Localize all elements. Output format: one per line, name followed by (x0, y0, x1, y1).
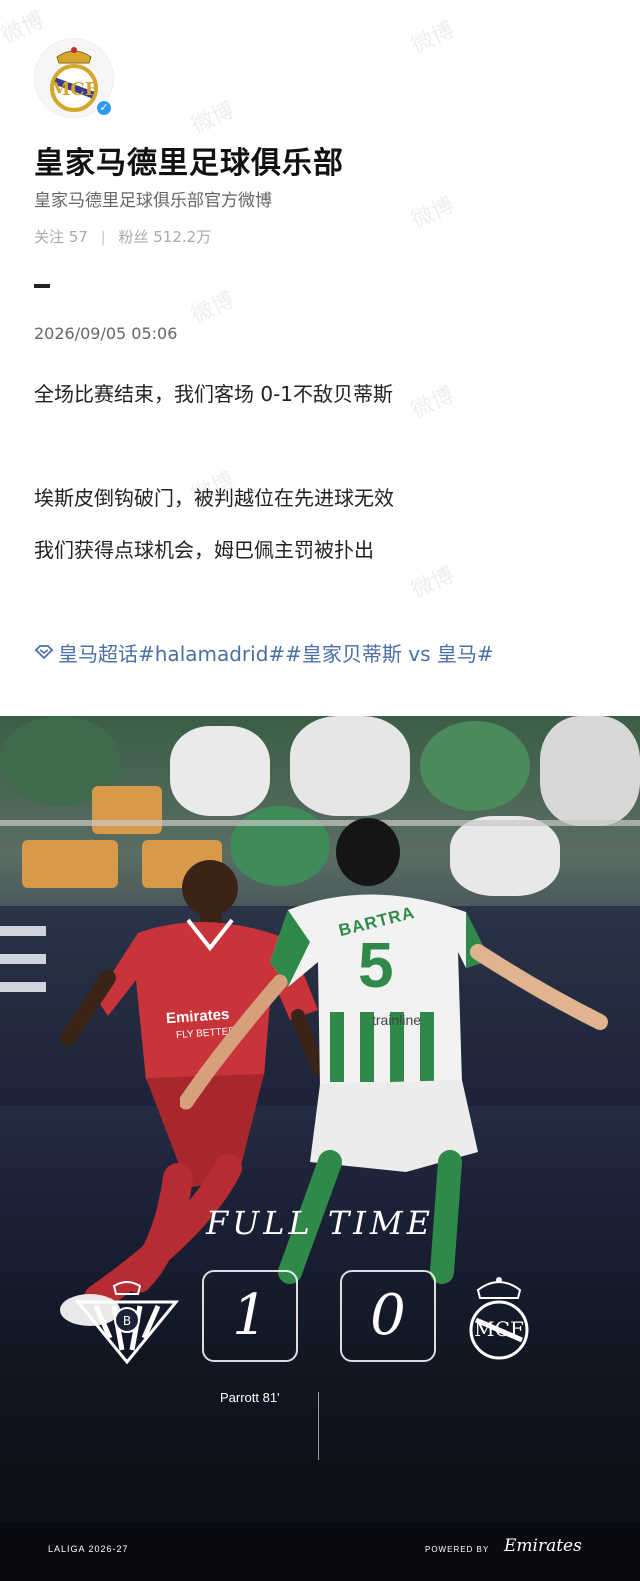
account-name[interactable]: 皇家马德里足球俱乐部 (34, 138, 344, 182)
real-betis-crest-icon: B (72, 1278, 182, 1370)
post-text-line: 埃斯皮倒钩破门，被判越位在先进球无效 (34, 486, 394, 510)
match-image[interactable]: Emirates FLY BETTER BARTRA 5 trainline F… (0, 716, 640, 1581)
league-label: LALIGA 2026-27 (48, 1544, 129, 1554)
real-madrid-crest-icon: MCF (464, 1272, 534, 1368)
watermark: 微博 (407, 17, 459, 59)
watermark: 微博 (407, 192, 459, 234)
image-footer: LALIGA 2026-27 POWERED BY Emirates (0, 1522, 640, 1581)
full-time-title: FULL TIME (206, 1204, 434, 1242)
followers-count[interactable]: 粉丝 512.2万 (118, 228, 211, 246)
topic-tags[interactable]: 皇马超话#halamadrid##皇家贝蒂斯 vs 皇马# (34, 638, 494, 667)
crowd (290, 716, 410, 816)
jersey-number: 5 (358, 929, 394, 1001)
away-score: 0 (340, 1270, 436, 1362)
following-count[interactable]: 关注 57 (34, 228, 88, 246)
sponsor-logo: Emirates (504, 1536, 582, 1556)
crowd (170, 726, 270, 816)
svg-text:MCF: MCF (50, 79, 97, 100)
goal-scorer: Parrott 81' (220, 1390, 280, 1405)
scorer-divider (318, 1392, 319, 1460)
watermark: 微博 (407, 382, 459, 424)
super-topic-icon (34, 641, 54, 665)
home-score: 1 (202, 1270, 298, 1362)
post-text-line: 全场比赛结束，我们客场 0-1不敌贝蒂斯 (34, 382, 394, 406)
avatar[interactable]: MCF ✓ (34, 38, 114, 118)
crowd (420, 721, 530, 811)
shirt-sponsor-green: trainline (372, 1012, 422, 1028)
stadium-seat (92, 786, 162, 834)
post-timestamp: 2026/09/05 05:06 (34, 324, 178, 343)
account-stats: 关注 57 | 粉丝 512.2万 (34, 226, 211, 247)
crowd (540, 716, 640, 826)
watermark: 微博 (407, 562, 459, 604)
powered-by-label: POWERED BY (425, 1545, 490, 1554)
stats-separator: | (100, 228, 106, 246)
account-bio: 皇家马德里足球俱乐部官方微博 (34, 191, 272, 211)
watermark: 微博 (187, 97, 239, 139)
watermark: 微博 (187, 287, 239, 329)
divider (34, 284, 50, 288)
verified-badge-icon: ✓ (95, 99, 113, 117)
post-text-line: 我们获得点球机会，姆巴佩主罚被扑出 (34, 538, 374, 562)
svg-text:B: B (123, 1314, 131, 1328)
svg-text:MCF: MCF (474, 1317, 524, 1341)
topic-tags-text[interactable]: 皇马超话#halamadrid##皇家贝蒂斯 vs 皇马# (58, 638, 494, 667)
